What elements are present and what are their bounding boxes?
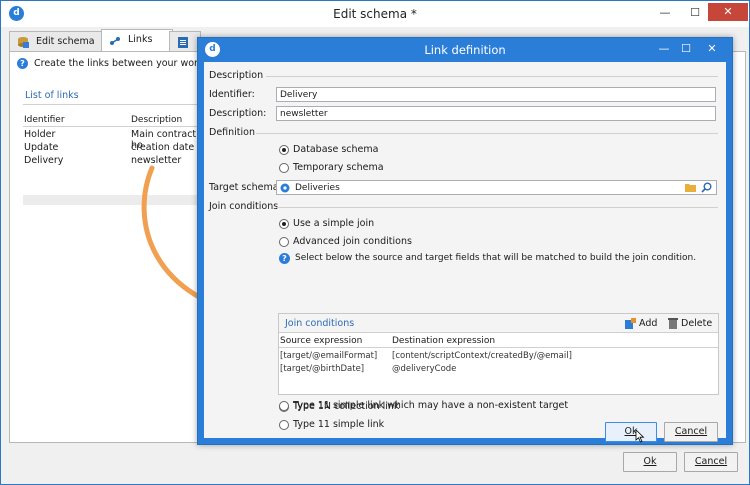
link-definition-dialog: d Link definition — ☐ ✕ Description Iden…: [197, 37, 733, 445]
section-join-conditions: Join conditions: [209, 201, 279, 212]
database-schema-label: Database schema: [293, 144, 379, 155]
ok-label: Ok: [643, 456, 657, 467]
radio-type-11[interactable]: [279, 420, 289, 430]
temporary-schema-label: Temporary schema: [293, 162, 384, 173]
help-icon: ?: [279, 253, 290, 264]
destination-cell[interactable]: @deliveryCode: [392, 364, 456, 374]
links-intro: Create the links between your working: [34, 58, 219, 69]
tab-links[interactable]: Links: [101, 29, 173, 52]
radio-temporary-schema[interactable]: [279, 163, 289, 173]
description-field[interactable]: newsletter: [276, 106, 716, 121]
row-description[interactable]: creation date: [131, 142, 194, 153]
close-button[interactable]: ✕: [708, 3, 748, 21]
add-button[interactable]: Add: [639, 318, 657, 329]
folder-icon[interactable]: [685, 183, 696, 192]
join-conditions-panel: Join conditions Add Delete Source expres…: [278, 313, 719, 395]
row-identifier[interactable]: Delivery: [24, 155, 63, 166]
row-identifier[interactable]: Holder: [24, 129, 55, 140]
ok-button[interactable]: Ok: [623, 452, 677, 472]
database-icon: [18, 37, 29, 48]
row-identifier[interactable]: Update: [24, 142, 58, 153]
clipboard-icon: [178, 37, 188, 48]
type-11-label: Type 11 simple link: [293, 419, 385, 430]
radio-simple-join[interactable]: [279, 219, 289, 229]
column-destination-expression[interactable]: Destination expression: [392, 336, 495, 346]
title-bar: d Edit schema * — ☐ ✕: [1, 1, 749, 27]
schema-icon: [280, 183, 290, 193]
divider: [256, 133, 718, 134]
dialog-body: Description Identifier: Delivery Descrip…: [204, 62, 726, 438]
column-description[interactable]: Description: [131, 115, 182, 125]
column-source-expression[interactable]: Source expression: [280, 336, 362, 346]
cancel-button[interactable]: Cancel: [684, 452, 738, 472]
radio-database-schema[interactable]: [279, 145, 289, 155]
dialog-ok-button[interactable]: Ok: [605, 422, 657, 442]
column-identifier[interactable]: Identifier: [24, 115, 65, 125]
link-icon: [110, 37, 120, 45]
dialog-close-button[interactable]: ✕: [698, 40, 726, 58]
type-11-nonexistent-label: Type 11 simple link which may have a non…: [293, 400, 569, 411]
divider: [279, 347, 718, 348]
target-schema-label: Target schema:: [209, 182, 282, 193]
join-panel-header: Join conditions Add Delete: [279, 314, 718, 332]
tab-label: Links: [128, 34, 153, 45]
radio-advanced-join[interactable]: [279, 237, 289, 247]
source-cell[interactable]: [target/@emailFormat]: [280, 351, 377, 361]
dialog-title-bar: d Link definition — ☐ ✕: [198, 38, 732, 61]
dialog-cancel-button[interactable]: Cancel: [664, 422, 718, 442]
advanced-join-label: Advanced join conditions: [293, 236, 412, 247]
radio-type-11-nonexistent[interactable]: [279, 401, 289, 411]
list-of-links-title: List of links: [25, 90, 79, 101]
dialog-cancel-label: Cancel: [674, 426, 708, 437]
divider: [277, 207, 718, 208]
cancel-label: Cancel: [694, 456, 728, 467]
info-icon: ?: [17, 58, 28, 69]
tab-edit-schema[interactable]: Edit schema: [9, 31, 103, 52]
destination-cell[interactable]: [content/scriptContext/createdBy/@email]: [392, 351, 572, 361]
add-icon: [625, 318, 636, 329]
tab-label: Edit schema: [36, 36, 95, 47]
delete-button[interactable]: Delete: [681, 318, 712, 329]
section-description: Description: [209, 70, 264, 81]
divider: [266, 76, 718, 77]
maximize-button[interactable]: ☐: [681, 4, 709, 22]
search-icon[interactable]: [701, 182, 712, 193]
join-panel-title: Join conditions: [285, 318, 355, 329]
trash-icon: [668, 318, 678, 329]
window-title: Edit schema *: [333, 7, 417, 21]
join-hint: Select below the source and target field…: [295, 253, 697, 263]
minimize-button[interactable]: —: [651, 4, 679, 22]
dialog-maximize-button[interactable]: ☐: [672, 40, 700, 58]
source-cell[interactable]: [target/@birthDate]: [280, 364, 364, 374]
target-schema-field[interactable]: Deliveries: [276, 180, 717, 195]
divider: [23, 126, 203, 127]
simple-join-label: Use a simple join: [293, 218, 375, 229]
divider: [23, 104, 203, 105]
divider: [279, 332, 718, 333]
description-label: Description:: [209, 108, 267, 119]
identifier-field[interactable]: Delivery: [276, 87, 716, 102]
identifier-label: Identifier:: [209, 89, 255, 100]
mouse-cursor-icon: [635, 430, 645, 443]
section-definition: Definition: [209, 127, 256, 138]
target-schema-value: Deliveries: [295, 183, 340, 193]
